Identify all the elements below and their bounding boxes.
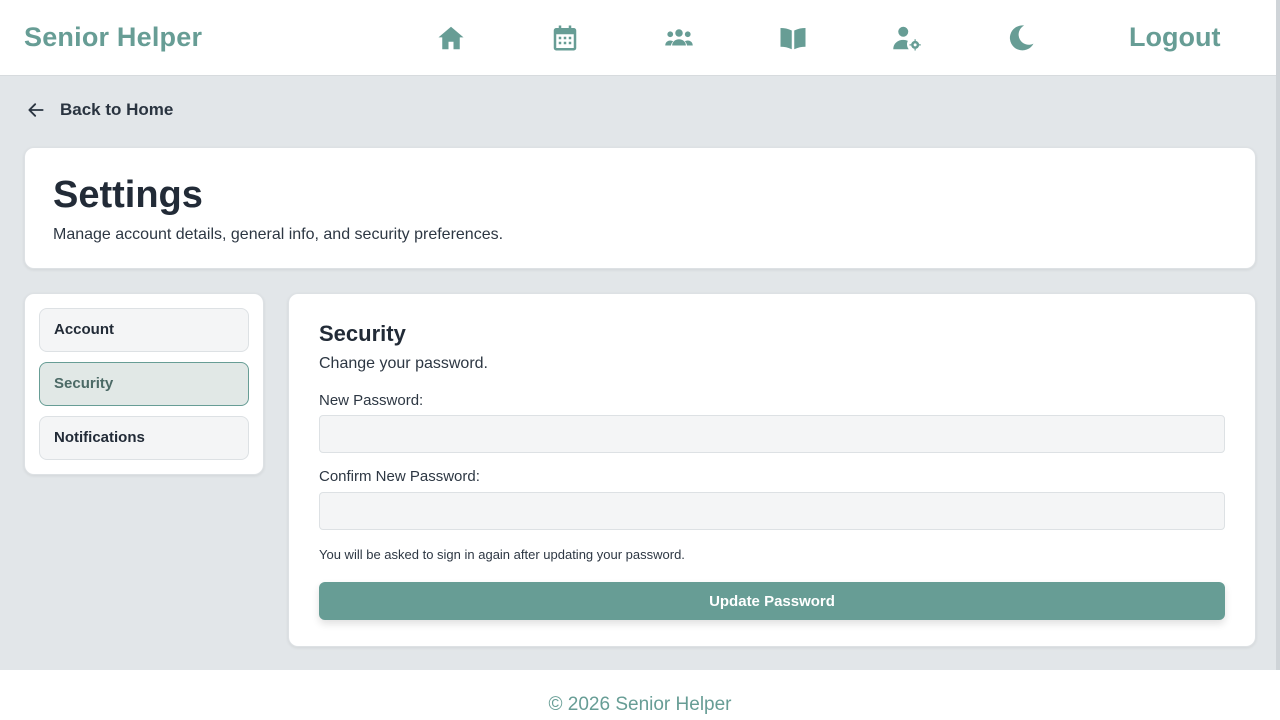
confirm-password-input[interactable] (319, 492, 1225, 530)
arrow-left-icon (28, 103, 44, 117)
settings-sidebar: Account Security Notifications (24, 293, 264, 475)
new-password-label: New Password: (319, 392, 424, 409)
security-panel: Security Change your password. New Passw… (288, 293, 1256, 647)
top-navbar: Senior Helper Logout (0, 0, 1280, 76)
security-subtitle: Change your password. (319, 355, 488, 372)
sidebar-item-account[interactable]: Account (39, 308, 249, 352)
brand-logo[interactable]: Senior Helper (24, 22, 202, 53)
moon-icon[interactable] (1005, 22, 1037, 54)
security-title: Security (319, 321, 406, 346)
settings-header-card: Settings Manage account details, general… (24, 147, 1256, 269)
update-password-button[interactable]: Update Password (319, 582, 1225, 620)
page-subtitle: Manage account details, general info, an… (53, 226, 504, 243)
logout-button[interactable]: Logout (1129, 22, 1220, 53)
back-to-home-link[interactable]: Back to Home (26, 100, 173, 120)
new-password-input[interactable] (319, 415, 1225, 453)
users-icon[interactable] (663, 22, 695, 54)
sidebar-item-security[interactable]: Security (39, 362, 249, 406)
book-icon[interactable] (777, 22, 809, 54)
user-gear-icon[interactable] (891, 22, 923, 54)
password-hint: You will be asked to sign in again after… (319, 547, 685, 562)
footer: © 2026 Senior Helper (0, 670, 1280, 720)
calendar-icon[interactable] (549, 22, 581, 54)
confirm-password-label: Confirm New Password: (319, 468, 480, 485)
sidebar-item-notifications[interactable]: Notifications (39, 416, 249, 460)
back-link-label: Back to Home (60, 100, 174, 119)
scrollbar[interactable] (1276, 0, 1280, 700)
footer-copyright: © 2026 Senior Helper (548, 694, 732, 715)
page-title: Settings (53, 174, 203, 216)
home-icon[interactable] (435, 22, 467, 54)
